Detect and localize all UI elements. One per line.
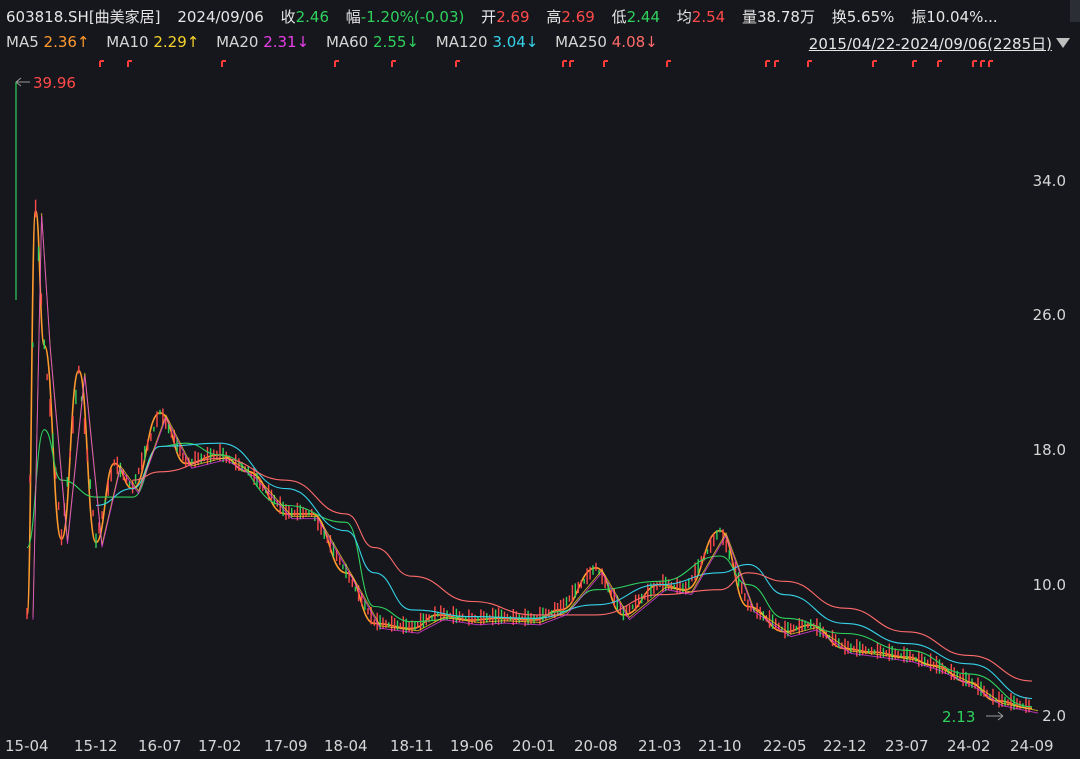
- price-annotations: 39.96 2.13: [15, 74, 1004, 726]
- max-price-label: 39.96: [33, 74, 76, 92]
- event-marker-17[interactable]: [980, 60, 985, 67]
- x-tick-label: 18-04: [324, 737, 368, 755]
- x-tick-label: 16-07: [138, 737, 182, 755]
- ma60-line: [26, 429, 1033, 708]
- y-tick-label: 2.0: [1042, 707, 1066, 725]
- x-tick-label: 24-09: [1010, 737, 1054, 755]
- event-marker-7[interactable]: [569, 60, 574, 67]
- price-chart[interactable]: 39.96 2.13: [0, 0, 1080, 759]
- x-tick-label: 22-12: [823, 737, 867, 755]
- y-tick-label: 10.0: [1032, 576, 1066, 594]
- x-tick-label: 22-05: [763, 737, 807, 755]
- event-marker-9[interactable]: [666, 60, 671, 67]
- event-marker-2[interactable]: [221, 60, 226, 67]
- event-marker-16[interactable]: [972, 60, 977, 67]
- ma20-line: [32, 215, 1039, 714]
- min-price-label: 2.13: [942, 708, 975, 726]
- x-tick-label: 21-10: [698, 737, 742, 755]
- x-tick-label: 20-08: [574, 737, 618, 755]
- event-marker-18[interactable]: [988, 60, 993, 67]
- x-tick-label: 21-03: [638, 737, 682, 755]
- event-markers: [99, 60, 993, 67]
- event-marker-13[interactable]: [872, 60, 877, 67]
- x-tick-label: 19-06: [450, 737, 494, 755]
- event-marker-12[interactable]: [807, 60, 812, 67]
- x-axis: 15-04 15-12 16-07 17-02 17-09 18-04 18-11 19-06…: [0, 737, 1080, 759]
- series-lines: [26, 199, 1039, 714]
- y-tick-label: 18.0: [1032, 441, 1066, 459]
- min-arrow-icon: [986, 711, 1004, 721]
- x-tick-label: 17-02: [198, 737, 242, 755]
- event-marker-4[interactable]: [391, 60, 396, 67]
- x-tick-label: 15-12: [74, 737, 118, 755]
- x-tick-label: 20-01: [512, 737, 556, 755]
- ma10-line: [32, 213, 1039, 712]
- y-tick-label: 26.0: [1032, 306, 1066, 324]
- x-tick-label: 15-04: [5, 737, 49, 755]
- event-marker-5[interactable]: [455, 60, 460, 67]
- x-tick-label: 23-07: [885, 737, 929, 755]
- event-marker-11[interactable]: [774, 60, 779, 67]
- x-tick-label: 18-11: [390, 737, 434, 755]
- event-marker-8[interactable]: [603, 60, 608, 67]
- event-marker-6[interactable]: [562, 60, 567, 67]
- event-marker-1[interactable]: [127, 60, 132, 67]
- ma5-line: [26, 209, 1033, 710]
- x-tick-label: 24-02: [947, 737, 991, 755]
- event-marker-0[interactable]: [99, 60, 104, 67]
- event-marker-10[interactable]: [765, 60, 770, 67]
- event-marker-3[interactable]: [334, 60, 339, 67]
- max-arrow-icon: [15, 77, 30, 87]
- y-tick-label: 34.0: [1032, 172, 1066, 190]
- x-tick-label: 17-09: [264, 737, 308, 755]
- event-marker-14[interactable]: [912, 60, 917, 67]
- event-marker-15[interactable]: [937, 60, 942, 67]
